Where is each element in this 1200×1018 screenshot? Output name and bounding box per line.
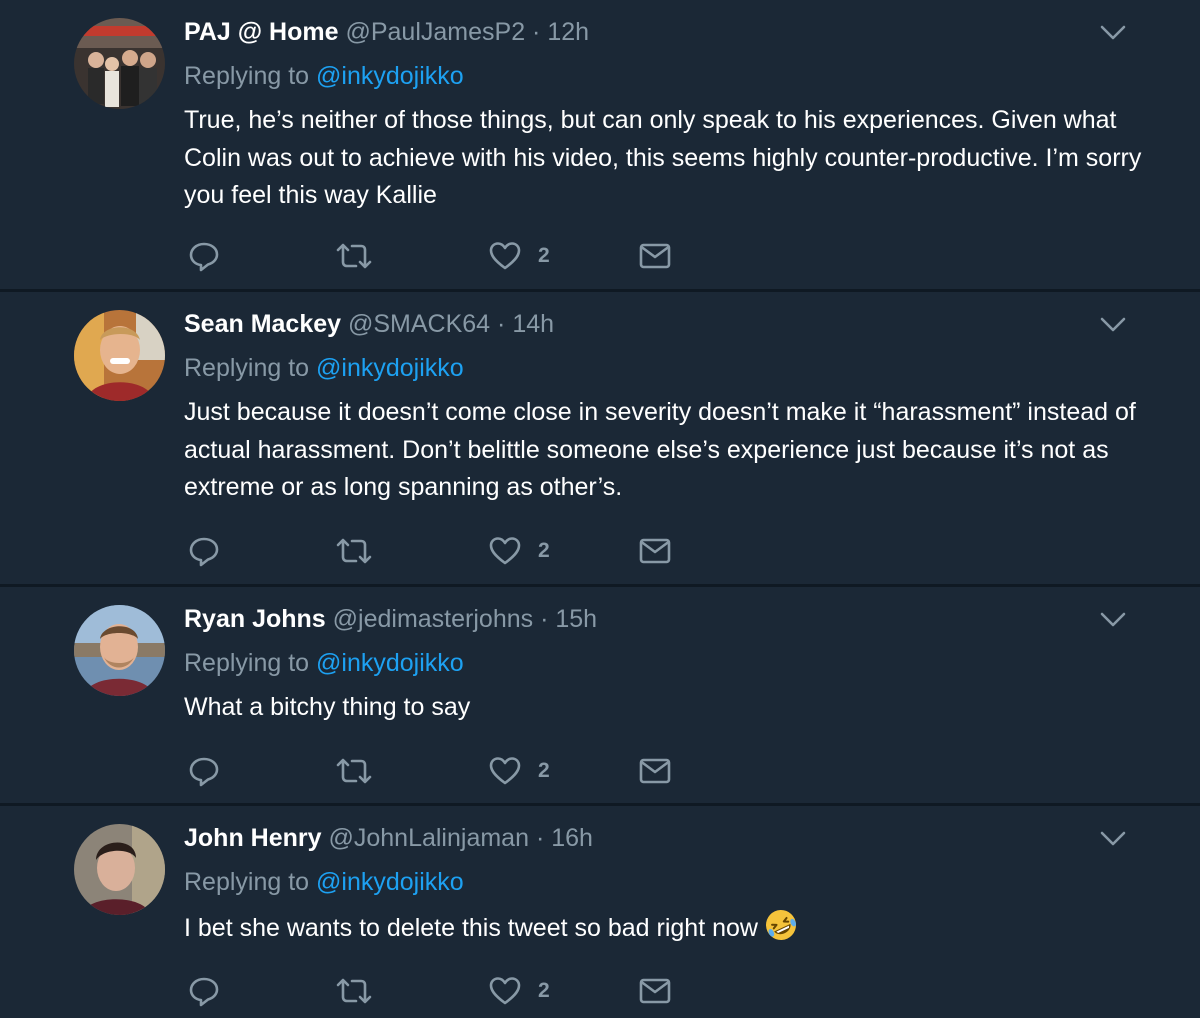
envelope-icon bbox=[639, 538, 671, 564]
like-button[interactable]: 2 bbox=[488, 974, 550, 1008]
tweet[interactable]: John Henry @JohnLalinjaman · 16h Replyin… bbox=[0, 806, 1200, 1018]
timestamp[interactable]: 15h bbox=[555, 605, 597, 633]
chevron-down-icon[interactable] bbox=[1099, 316, 1127, 334]
reply-button[interactable] bbox=[188, 239, 220, 273]
tweet-actions: 2 bbox=[184, 534, 704, 568]
avatar[interactable] bbox=[74, 824, 165, 915]
direct-message-button[interactable] bbox=[638, 974, 672, 1008]
rolling-on-floor-laughing-icon bbox=[765, 910, 796, 940]
tweet-text: I bet she wants to delete this tweet so … bbox=[184, 914, 758, 942]
user-handle[interactable]: @JohnLalinjaman bbox=[328, 824, 529, 852]
replying-label: Replying to bbox=[184, 62, 317, 90]
reply-button[interactable] bbox=[188, 534, 220, 568]
retweet-icon bbox=[336, 243, 372, 269]
separator: · bbox=[490, 310, 513, 338]
replying-to: Replying to @inkydojikko bbox=[184, 352, 464, 384]
heart-icon bbox=[489, 757, 521, 785]
replying-to: Replying to @inkydojikko bbox=[184, 647, 464, 679]
like-button[interactable]: 2 bbox=[488, 754, 550, 788]
tweet-header: PAJ @ Home @PaulJamesP2 · 12h bbox=[184, 16, 589, 48]
reply-icon bbox=[189, 757, 219, 787]
mention-link[interactable]: @inkydojikko bbox=[316, 62, 464, 90]
direct-message-button[interactable] bbox=[638, 239, 672, 273]
separator: · bbox=[533, 605, 556, 633]
replying-label: Replying to bbox=[184, 649, 317, 677]
timestamp[interactable]: 16h bbox=[551, 824, 593, 852]
envelope-icon bbox=[639, 978, 671, 1004]
tweet-actions: 2 bbox=[184, 754, 704, 788]
like-count: 2 bbox=[538, 979, 550, 1002]
timestamp[interactable]: 12h bbox=[547, 18, 589, 46]
display-name[interactable]: PAJ @ Home bbox=[184, 18, 339, 46]
chevron-down-icon[interactable] bbox=[1099, 24, 1127, 42]
tweet-header: Sean Mackey @SMACK64 · 14h bbox=[184, 308, 554, 340]
display-name[interactable]: John Henry bbox=[184, 824, 322, 852]
tweet-actions: 2 bbox=[184, 239, 704, 273]
like-count: 2 bbox=[538, 244, 550, 267]
timestamp[interactable]: 14h bbox=[512, 310, 554, 338]
avatar[interactable] bbox=[74, 310, 165, 401]
like-button[interactable]: 2 bbox=[488, 239, 550, 273]
tweet-text: True, he’s neither of those things, but … bbox=[184, 106, 1142, 209]
heart-icon bbox=[489, 242, 521, 270]
retweet-button[interactable] bbox=[334, 239, 374, 273]
reply-button[interactable] bbox=[188, 974, 220, 1008]
envelope-icon bbox=[639, 758, 671, 784]
retweet-button[interactable] bbox=[334, 534, 374, 568]
heart-icon bbox=[489, 537, 521, 565]
user-handle[interactable]: @PaulJamesP2 bbox=[345, 18, 525, 46]
heart-icon bbox=[489, 977, 521, 1005]
replies-feed: PAJ @ Home @PaulJamesP2 · 12h Replying t… bbox=[0, 0, 1200, 1018]
direct-message-button[interactable] bbox=[638, 754, 672, 788]
separator: · bbox=[525, 18, 548, 46]
like-count: 2 bbox=[538, 539, 550, 562]
tweet-text-container: I bet she wants to delete this tweet so … bbox=[184, 908, 1144, 948]
reply-icon bbox=[189, 242, 219, 272]
mention-link[interactable]: @inkydojikko bbox=[316, 868, 464, 896]
tweet-text: Just because it doesn’t come close in se… bbox=[184, 398, 1136, 501]
avatar[interactable] bbox=[74, 18, 165, 109]
mention-link[interactable]: @inkydojikko bbox=[316, 649, 464, 677]
like-button[interactable]: 2 bbox=[488, 534, 550, 568]
tweet-header: John Henry @JohnLalinjaman · 16h bbox=[184, 822, 593, 854]
reply-button[interactable] bbox=[188, 754, 220, 788]
tweet-text: What a bitchy thing to say bbox=[184, 693, 471, 721]
user-handle[interactable]: @SMACK64 bbox=[348, 310, 490, 338]
display-name[interactable]: Ryan Johns bbox=[184, 605, 326, 633]
like-count: 2 bbox=[538, 759, 550, 782]
tweet-actions: 2 bbox=[184, 974, 704, 1008]
retweet-button[interactable] bbox=[334, 754, 374, 788]
reply-icon bbox=[189, 977, 219, 1007]
chevron-down-icon[interactable] bbox=[1099, 830, 1127, 848]
tweet[interactable]: Sean Mackey @SMACK64 · 14h Replying to @… bbox=[0, 292, 1200, 584]
retweet-button[interactable] bbox=[334, 974, 374, 1008]
retweet-icon bbox=[336, 538, 372, 564]
separator: · bbox=[529, 824, 552, 852]
replying-to: Replying to @inkydojikko bbox=[184, 866, 464, 898]
display-name[interactable]: Sean Mackey bbox=[184, 310, 341, 338]
replying-label: Replying to bbox=[184, 868, 317, 896]
tweet[interactable]: PAJ @ Home @PaulJamesP2 · 12h Replying t… bbox=[0, 0, 1200, 290]
direct-message-button[interactable] bbox=[638, 534, 672, 568]
reply-icon bbox=[189, 537, 219, 567]
replying-to: Replying to @inkydojikko bbox=[184, 60, 464, 92]
tweet[interactable]: Ryan Johns @jedimasterjohns · 15h Replyi… bbox=[0, 587, 1200, 803]
tweet-header: Ryan Johns @jedimasterjohns · 15h bbox=[184, 603, 597, 635]
replying-label: Replying to bbox=[184, 354, 317, 382]
retweet-icon bbox=[336, 978, 372, 1004]
mention-link[interactable]: @inkydojikko bbox=[316, 354, 464, 382]
envelope-icon bbox=[639, 243, 671, 269]
user-handle[interactable]: @jedimasterjohns bbox=[333, 605, 533, 633]
avatar[interactable] bbox=[74, 605, 165, 696]
retweet-icon bbox=[336, 758, 372, 784]
chevron-down-icon[interactable] bbox=[1099, 611, 1127, 629]
